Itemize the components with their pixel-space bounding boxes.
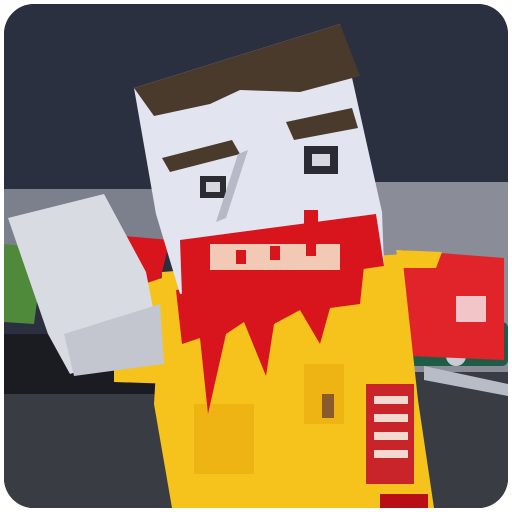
shirt-stain bbox=[322, 394, 334, 418]
rib-4 bbox=[374, 450, 408, 458]
app-icon bbox=[4, 4, 508, 508]
blood-drop-face bbox=[304, 210, 318, 224]
blood-bottom bbox=[380, 494, 428, 508]
shirt-shade bbox=[194, 404, 254, 474]
rib-3 bbox=[374, 432, 408, 440]
blood-block bbox=[310, 278, 358, 302]
tooth-gap-3 bbox=[306, 242, 316, 256]
left-eye-white bbox=[206, 182, 220, 192]
right-eye-white bbox=[312, 154, 330, 166]
game-scene bbox=[4, 4, 508, 508]
sleeve-patch bbox=[456, 296, 486, 322]
tooth-gap-2 bbox=[270, 246, 280, 260]
rib-1 bbox=[374, 396, 408, 404]
rib-2 bbox=[374, 414, 408, 422]
tooth-gap-1 bbox=[236, 250, 246, 264]
